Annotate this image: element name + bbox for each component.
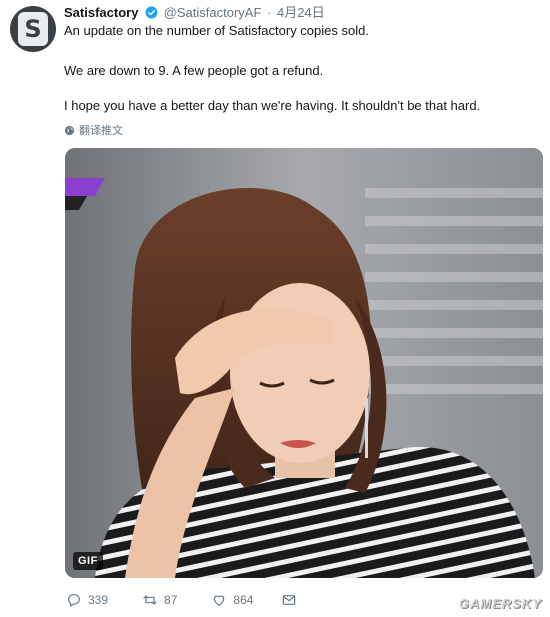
tweet-date[interactable]: 4月24日 — [277, 5, 325, 20]
avatar[interactable]: S — [10, 6, 56, 52]
logo-glyph: S — [24, 15, 42, 43]
like-button[interactable]: 864 — [211, 592, 253, 608]
tweet-text-line-2: We are down to 9. A few people got a ref… — [64, 63, 324, 78]
reply-count: 339 — [88, 593, 109, 607]
like-icon — [214, 595, 225, 606]
reply-icon — [68, 594, 80, 607]
tweet-header: Satisfactory @SatisfactoryAF · 4月24日 — [64, 4, 325, 23]
avatar-logo: S — [18, 12, 48, 46]
tweet-actions: 339 87 864 — [66, 592, 297, 608]
translate-tweet-link[interactable]: 翻译推文 — [64, 122, 123, 138]
like-count: 864 — [233, 593, 254, 607]
retweet-count: 87 — [164, 593, 178, 607]
watermark: GAMERSKY — [458, 596, 542, 611]
retweet-button[interactable]: 87 — [142, 592, 177, 608]
tweet-text-line-1: An update on the number of Satisfactory … — [64, 23, 369, 38]
message-icon — [283, 595, 296, 605]
globe-icon — [64, 125, 75, 135]
gif-media[interactable]: GIF — [65, 148, 543, 578]
author-name[interactable]: Satisfactory — [64, 5, 138, 20]
retweet-icon — [143, 595, 157, 605]
verified-icon — [145, 6, 158, 23]
tweet-text-line-3: I hope you have a better day than we're … — [64, 98, 481, 113]
message-button[interactable] — [281, 592, 297, 608]
separator-dot: · — [267, 5, 272, 20]
author-handle[interactable]: @SatisfactoryAF — [164, 5, 262, 20]
gif-frame-illustration — [65, 148, 543, 578]
reply-button[interactable]: 339 — [66, 592, 108, 608]
translate-label: 翻译推文 — [79, 125, 123, 137]
gif-badge: GIF — [73, 552, 103, 570]
